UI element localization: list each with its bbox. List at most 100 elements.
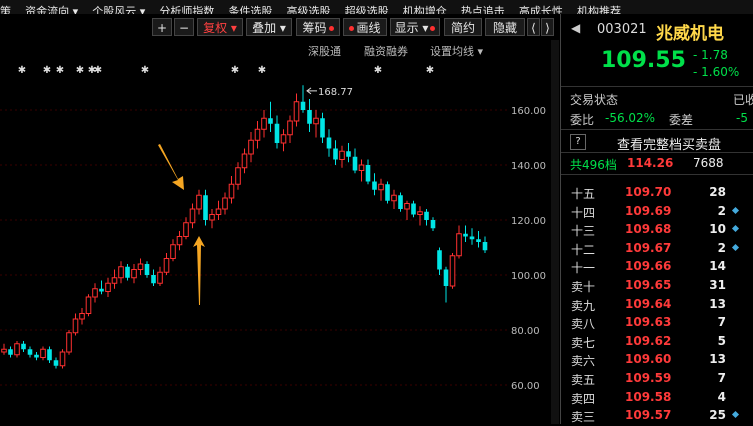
menu-item[interactable]: 热点追击 — [461, 5, 505, 14]
orderbook-level: 卖五 — [571, 373, 596, 387]
event-star-icon[interactable]: ✱ — [94, 65, 102, 76]
orderbook-price: 109.62 — [625, 333, 672, 348]
last-price: 109.55 — [601, 48, 686, 73]
orderbook-level: 卖八 — [571, 317, 596, 332]
orderbook-volume: 7 — [717, 371, 726, 385]
event-star-icon[interactable]: ✱ — [76, 65, 84, 76]
candle — [8, 346, 13, 358]
price-change-pct: - 1.60% — [693, 65, 740, 79]
orderbook-price: 109.64 — [625, 296, 672, 311]
candle — [268, 101, 273, 132]
orderbook-level: 卖九 — [571, 298, 596, 313]
back-arrow-icon[interactable]: ◀ — [571, 21, 580, 35]
candle — [34, 352, 39, 361]
candle — [417, 206, 423, 226]
candle — [72, 313, 79, 336]
orderbook-volume: 25 — [709, 408, 726, 423]
menu-item[interactable]: 高成长性 — [519, 5, 563, 14]
event-star-icon[interactable]: ✱ — [231, 65, 239, 76]
total-avg-price: 114.26 — [627, 156, 674, 170]
candle — [1, 343, 7, 355]
menu-item[interactable]: 策 — [0, 5, 11, 14]
menu-item[interactable]: 分析师指数 — [159, 5, 214, 14]
chips-button[interactable]: 筹码 — [296, 18, 340, 36]
orderbook-row[interactable]: 十五 109.70 28 — [561, 185, 753, 203]
overlay-button[interactable]: 叠加 ▾ — [246, 18, 292, 36]
event-star-icon[interactable]: ✱ — [426, 65, 434, 76]
orderbook-row[interactable]: 卖三 109.57 25 — [561, 408, 753, 426]
orderbook-price: 109.63 — [625, 315, 672, 330]
candle — [157, 266, 163, 286]
simple-button[interactable]: 简约 — [444, 18, 482, 36]
zoom-in-button[interactable]: + — [152, 18, 172, 36]
chart-grid — [0, 40, 553, 424]
chart-toolbar: + − 复权 ▾ 叠加 ▾ 筹码 画线 显示 ▾ 简约 隐藏 ⟨ ⟩ — [0, 16, 560, 38]
candle — [163, 253, 170, 275]
candle — [274, 115, 280, 149]
highlight-arrow-icon — [193, 236, 205, 305]
divider — [561, 152, 753, 153]
event-star-icon[interactable]: ✱ — [258, 65, 266, 76]
orderbook-volume: 13 — [709, 352, 726, 367]
orderbook-row[interactable]: 十四 109.69 2 — [561, 204, 753, 222]
menu-item[interactable]: 超级选股 — [345, 5, 389, 14]
candle — [261, 110, 267, 138]
full-orderbook-link[interactable]: 查看完整档买卖盘 — [617, 134, 721, 153]
orderbook-row[interactable]: 卖五 109.59 7 — [561, 371, 753, 389]
orderbook-volume: 10 — [709, 222, 726, 237]
menu-item[interactable]: 资金流向 ▾ — [25, 5, 78, 14]
menu-item[interactable]: 机构增仓 — [403, 5, 447, 14]
y-tick-label: 100.00 — [511, 271, 546, 282]
candle — [456, 225, 462, 259]
hide-button[interactable]: 隐藏 — [485, 18, 525, 36]
orderbook-volume: 28 — [709, 185, 726, 199]
orderbook-row[interactable]: 十三 109.68 10 — [561, 222, 753, 240]
orderbook-row[interactable]: 卖九 109.64 13 — [561, 297, 753, 315]
event-star-icon[interactable]: ✱ — [374, 65, 382, 76]
orderbook-row[interactable]: 卖八 109.63 7 — [561, 315, 753, 333]
candle — [469, 228, 475, 245]
zoom-out-button[interactable]: − — [174, 18, 194, 36]
prev-arrow-icon[interactable]: ⟨ — [527, 18, 540, 36]
next-arrow-icon[interactable]: ⟩ — [541, 18, 554, 36]
orderbook-level: 十五 — [571, 187, 596, 201]
orderbook-row[interactable]: 卖十 109.65 31 — [561, 278, 753, 296]
fuquan-button[interactable]: 复权 ▾ — [197, 18, 243, 36]
menu-item[interactable]: 机构推荐 — [577, 5, 621, 14]
orderbook-row[interactable]: 卖六 109.60 13 — [561, 352, 753, 370]
candle — [215, 200, 222, 220]
orderbook-price: 109.67 — [625, 240, 672, 255]
orderbook-row[interactable]: 卖四 109.58 4 — [561, 390, 753, 408]
candle — [443, 266, 449, 303]
candle — [254, 121, 261, 149]
diamond-marker-icon — [731, 411, 740, 419]
total-volume: 7688 — [693, 156, 724, 170]
event-star-icon[interactable]: ✱ — [18, 65, 26, 76]
orderbook-level: 十三 — [571, 224, 596, 239]
candle — [346, 143, 351, 163]
orderbook-row[interactable]: 十二 109.67 2 — [561, 241, 753, 259]
menu-item[interactable]: 个股风云 ▾ — [92, 5, 145, 14]
help-icon[interactable]: ? — [570, 134, 586, 150]
draw-line-button[interactable]: 画线 — [343, 18, 387, 36]
candle — [66, 330, 72, 355]
candle — [137, 258, 144, 275]
event-star-icon[interactable]: ✱ — [141, 65, 149, 76]
candlestick-chart[interactable]: ✱ ✱ ✱ ✱ ✱✱ ✱ ✱ ✱ ✱ ✱ 160.00140.00120.00100.0080.0… — [0, 40, 560, 424]
trade-status-value: 已收 — [733, 93, 753, 107]
orderbook-row[interactable]: 卖七 109.62 5 — [561, 334, 753, 352]
candle — [300, 85, 306, 113]
event-star-icon[interactable]: ✱ — [43, 65, 51, 76]
event-star-icon[interactable]: ✱ — [56, 65, 64, 76]
orderbook-row[interactable]: 十一 109.66 14 — [561, 259, 753, 277]
menu-item[interactable]: 高级选股 — [287, 5, 331, 14]
display-button[interactable]: 显示 ▾ — [390, 18, 440, 36]
red-dot-icon — [430, 26, 436, 31]
weicha-value: -5 — [736, 111, 748, 125]
chart-scrollbar[interactable] — [551, 40, 559, 424]
menu-item[interactable]: 条件选股 — [228, 5, 272, 14]
orderbook-volume: 14 — [709, 259, 726, 274]
candle — [326, 129, 332, 157]
red-dot-icon — [349, 26, 355, 31]
orderbook-price: 109.70 — [625, 185, 672, 199]
